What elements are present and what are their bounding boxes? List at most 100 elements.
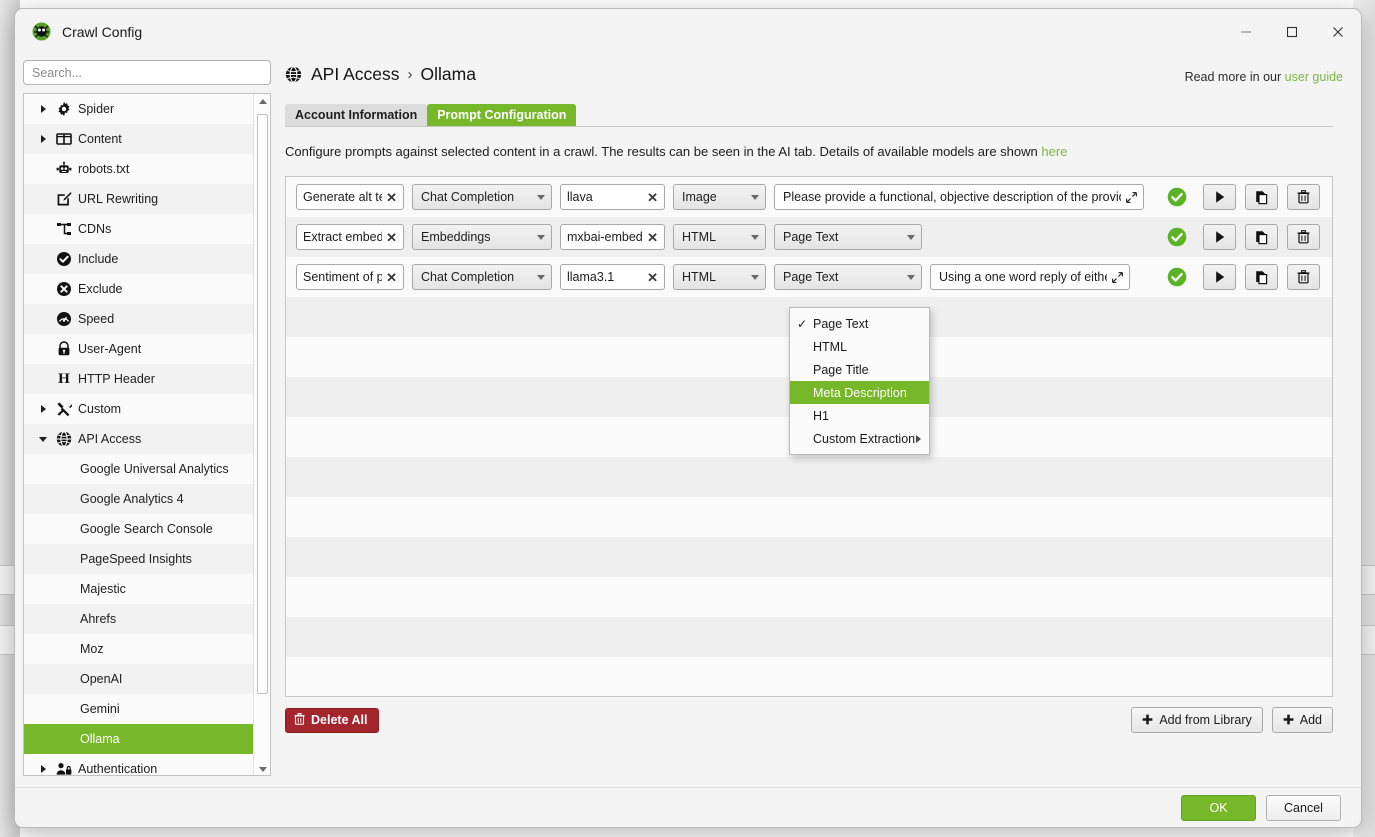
- duplicate-prompt-button[interactable]: [1245, 264, 1278, 290]
- chevron-down-icon: [537, 235, 545, 240]
- tree-scrollbar[interactable]: [253, 94, 270, 776]
- expand-icon[interactable]: [1126, 192, 1137, 203]
- duplicate-prompt-button[interactable]: [1245, 224, 1278, 250]
- chevron-right-icon[interactable]: [34, 765, 52, 773]
- clear-icon[interactable]: ✕: [647, 271, 658, 284]
- prompt-type-select[interactable]: Embeddings: [412, 224, 552, 250]
- sidebar-item-user-agent[interactable]: User-Agent: [24, 334, 255, 364]
- sidebar-item-label: Exclude: [76, 282, 122, 296]
- search-input[interactable]: [23, 60, 271, 85]
- sidebar-item-moz[interactable]: Moz: [24, 634, 255, 664]
- breadcrumb-root[interactable]: API Access: [311, 64, 400, 85]
- minimize-button[interactable]: [1223, 9, 1269, 54]
- scroll-up-arrow-icon[interactable]: [254, 94, 271, 109]
- ok-button[interactable]: OK: [1181, 795, 1256, 821]
- tab-account-information[interactable]: Account Information: [285, 104, 427, 126]
- clear-icon[interactable]: ✕: [647, 191, 658, 204]
- row-actions: [1167, 184, 1332, 210]
- clear-icon[interactable]: ✕: [386, 191, 397, 204]
- run-prompt-button[interactable]: [1203, 184, 1236, 210]
- sidebar-item-label: Majestic: [74, 582, 126, 596]
- tree-scrollbar-thumb[interactable]: [257, 114, 268, 694]
- sidebar-item-http-header[interactable]: HHTTP Header: [24, 364, 255, 394]
- format-select[interactable]: HTML: [673, 224, 766, 250]
- dropdown-item-meta-description[interactable]: Meta Description: [790, 381, 929, 404]
- sidebar-item-robots-txt[interactable]: robots.txt: [24, 154, 255, 184]
- sidebar-item-content[interactable]: Content: [24, 124, 255, 154]
- sidebar-item-pagespeed-insights[interactable]: PageSpeed Insights: [24, 544, 255, 574]
- maximize-button[interactable]: [1269, 9, 1315, 54]
- sidebar-item-speed[interactable]: Speed: [24, 304, 255, 334]
- prompt-type-select[interactable]: Chat Completion: [412, 184, 552, 210]
- chevron-down-icon: [907, 275, 915, 280]
- source-dropdown-menu[interactable]: ✓Page TextHTML Page Title Meta Description…: [789, 307, 930, 455]
- sidebar-item-google-search-console[interactable]: Google Search Console: [24, 514, 255, 544]
- prompt-type-select[interactable]: Chat Completion: [412, 264, 552, 290]
- prompt-text-input[interactable]: Using a one word reply of either 'pc: [930, 264, 1130, 290]
- chevron-right-icon[interactable]: [34, 135, 52, 143]
- delete-prompt-button[interactable]: [1287, 224, 1320, 250]
- dialog-button-bar: OK Cancel: [15, 787, 1362, 827]
- user-guide-link[interactable]: user guide: [1285, 70, 1343, 84]
- sidebar-item-api-access[interactable]: API Access: [24, 424, 255, 454]
- prompt-text-input[interactable]: Please provide a functional, objective d…: [774, 184, 1144, 210]
- chevron-right-icon[interactable]: [34, 105, 52, 113]
- close-button[interactable]: [1315, 9, 1361, 54]
- chevron-right-icon[interactable]: [34, 405, 52, 413]
- add-from-library-button[interactable]: Add from Library: [1131, 707, 1262, 733]
- sidebar-item-include[interactable]: Include: [24, 244, 255, 274]
- prompt-name-input[interactable]: Generate alt tex✕: [296, 184, 404, 210]
- dropdown-item-custom-extraction[interactable]: Custom Extraction: [790, 427, 929, 450]
- clear-icon[interactable]: ✕: [647, 231, 658, 244]
- cancel-button[interactable]: Cancel: [1266, 795, 1341, 821]
- dropdown-item-h1[interactable]: H1: [790, 404, 929, 427]
- sidebar-item-google-analytics-4[interactable]: Google Analytics 4: [24, 484, 255, 514]
- clear-icon[interactable]: ✕: [386, 271, 397, 284]
- content-source-select[interactable]: Page Text: [774, 224, 922, 250]
- sidebar-item-ollama[interactable]: Ollama: [24, 724, 255, 754]
- sidebar-item-majestic[interactable]: Majestic: [24, 574, 255, 604]
- model-input[interactable]: llama3.1✕: [560, 264, 665, 290]
- sidebar-item-exclude[interactable]: Exclude: [24, 274, 255, 304]
- format-select[interactable]: HTML: [673, 264, 766, 290]
- dropdown-item-label: Page Title: [813, 363, 869, 377]
- table-toolbar: Delete All Add from Library Add: [285, 704, 1333, 736]
- chevron-down-icon[interactable]: [34, 437, 52, 442]
- expand-icon[interactable]: [1112, 272, 1123, 283]
- models-here-link[interactable]: here: [1041, 144, 1067, 159]
- content-source-select[interactable]: Page Text: [774, 264, 922, 290]
- sidebar-item-authentication[interactable]: Authentication: [24, 754, 255, 776]
- delete-all-button[interactable]: Delete All: [285, 708, 379, 733]
- sidebar-item-cdns[interactable]: CDNs: [24, 214, 255, 244]
- sidebar-item-custom[interactable]: Custom: [24, 394, 255, 424]
- description-text: Configure prompts against selected conte…: [285, 144, 1355, 159]
- delete-prompt-button[interactable]: [1287, 184, 1320, 210]
- sidebar-item-openai[interactable]: OpenAI: [24, 664, 255, 694]
- model-input[interactable]: mxbai-embed-✕: [560, 224, 665, 250]
- sidebar-item-label: Ollama: [74, 732, 120, 746]
- prompt-name-input[interactable]: Sentiment of pa✕: [296, 264, 404, 290]
- sidebar-item-url-rewriting[interactable]: URL Rewriting: [24, 184, 255, 214]
- sidebar-item-google-universal-analytics[interactable]: Google Universal Analytics: [24, 454, 255, 484]
- delete-prompt-button[interactable]: [1287, 264, 1320, 290]
- prompt-row: Extract embedd✕ Embeddings mxbai-embed-✕ HT…: [286, 217, 1332, 257]
- plus-icon: [1142, 712, 1153, 728]
- clear-icon[interactable]: ✕: [386, 231, 397, 244]
- duplicate-prompt-button[interactable]: [1245, 184, 1278, 210]
- sidebar-item-ahrefs[interactable]: Ahrefs: [24, 604, 255, 634]
- format-select[interactable]: Image: [673, 184, 766, 210]
- prompt-type-select-value: Chat Completion: [421, 270, 531, 284]
- run-prompt-button[interactable]: [1203, 264, 1236, 290]
- model-input[interactable]: llava✕: [560, 184, 665, 210]
- sidebar-item-spider[interactable]: Spider: [24, 94, 255, 124]
- run-prompt-button[interactable]: [1203, 224, 1236, 250]
- prompt-name-input[interactable]: Extract embedd✕: [296, 224, 404, 250]
- dropdown-item-html[interactable]: HTML: [790, 335, 929, 358]
- dropdown-item-page-text[interactable]: ✓Page Text: [790, 312, 929, 335]
- sidebar-item-label: Google Search Console: [74, 522, 213, 536]
- add-button[interactable]: Add: [1272, 707, 1333, 733]
- dropdown-item-page-title[interactable]: Page Title: [790, 358, 929, 381]
- tab-prompt-configuration[interactable]: Prompt Configuration: [427, 104, 576, 126]
- sidebar-item-gemini[interactable]: Gemini: [24, 694, 255, 724]
- scroll-down-arrow-icon[interactable]: [254, 762, 271, 776]
